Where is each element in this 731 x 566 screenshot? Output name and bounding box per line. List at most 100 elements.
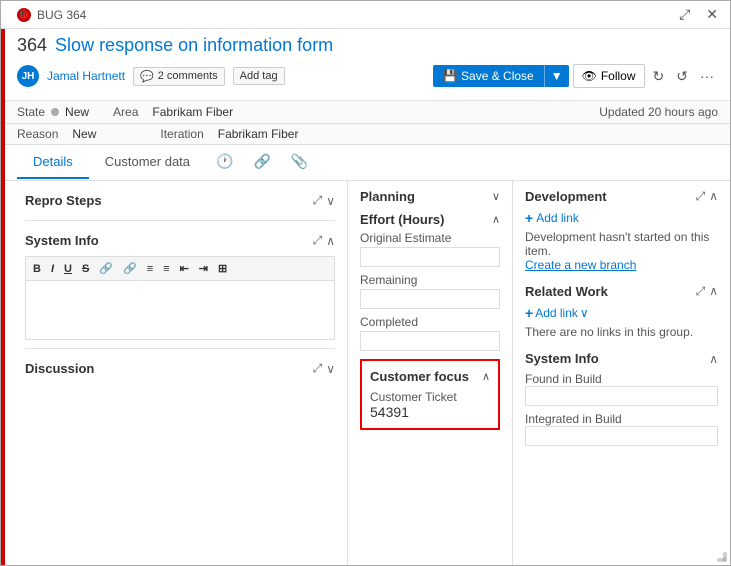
system-info-collapse-icon[interactable]: ∧ <box>326 234 335 248</box>
development-collapse-icon[interactable]: ∧ <box>709 189 718 204</box>
add-tag-button[interactable]: Add tag <box>233 67 285 85</box>
discussion-expand-icon[interactable]: ⤢ <box>313 361 323 376</box>
strikethrough-button[interactable]: S <box>79 262 92 276</box>
plus-icon: + <box>525 210 533 226</box>
refresh-button[interactable]: ↻ <box>649 66 669 87</box>
reason-field: Reason New <box>17 127 96 141</box>
iteration-field: Iteration Fabrikam Fiber <box>160 127 298 141</box>
tab-customer-data[interactable]: Customer data <box>89 146 206 179</box>
comments-button[interactable]: 💬 2 comments <box>133 67 225 86</box>
comments-icon: 💬 <box>140 70 154 83</box>
more-options-button[interactable]: ··· <box>696 66 718 86</box>
close-button[interactable]: ✕ <box>702 4 722 25</box>
undo-button[interactable]: ↺ <box>672 66 692 87</box>
work-item-toolbar: JH Jamal Hartnett 💬 2 comments Add tag 💾… <box>17 64 718 88</box>
save-icon: 💾 <box>443 69 458 83</box>
discussion-title: Discussion <box>25 361 94 376</box>
tab-links-icon[interactable]: 🔗 <box>243 145 280 180</box>
development-section: Development ⤢ ∧ + Add link Development h… <box>525 189 718 272</box>
original-estimate-label: Original Estimate <box>360 231 500 245</box>
ol-button[interactable]: ≡ <box>160 262 172 276</box>
found-in-build-input[interactable] <box>525 386 718 406</box>
discussion-divider <box>25 348 335 349</box>
title-bar: 🐞 BUG 364 ⤢ ✕ <box>1 1 730 29</box>
development-title: Development <box>525 189 607 204</box>
work-item-type-indicator <box>1 29 5 566</box>
state-label: State <box>17 105 45 119</box>
customer-focus-collapse-icon[interactable]: ∧ <box>482 370 490 383</box>
tab-bar: Details Customer data 🕐 🔗 📎 <box>1 145 730 181</box>
system-info-collapse-icon[interactable]: ∧ <box>709 352 718 366</box>
related-work-empty-text: There are no links in this group. <box>525 325 718 339</box>
related-dropdown-icon: ∨ <box>580 306 589 320</box>
save-close-dropdown[interactable]: ▼ <box>544 65 569 87</box>
effort-title: Effort (Hours) <box>360 212 445 227</box>
completed-input[interactable] <box>360 331 500 351</box>
development-expand-icon[interactable]: ⤢ <box>696 189 706 204</box>
system-info-right-section: System Info ∧ Found in Build Integrated … <box>525 351 718 446</box>
image-button[interactable]: ⊞ <box>215 261 230 276</box>
state-value[interactable]: New <box>65 105 89 119</box>
customer-focus-title: Customer focus <box>370 369 469 384</box>
discussion-section-header: Discussion ⤢ ∨ <box>25 357 335 380</box>
state-dot <box>51 108 59 116</box>
customer-focus-header: Customer focus ∧ <box>370 369 490 384</box>
link-button[interactable]: 🔗 <box>96 261 116 276</box>
development-add-link-button[interactable]: + Add link <box>525 210 579 226</box>
right-content-panel: Development ⤢ ∧ + Add link Development h… <box>513 181 730 566</box>
remaining-field: Remaining <box>360 273 500 309</box>
found-in-build-label: Found in Build <box>525 372 718 386</box>
resize-handle[interactable] <box>716 551 728 563</box>
repro-steps-collapse-icon[interactable]: ∨ <box>326 194 335 208</box>
tab-details[interactable]: Details <box>17 146 89 179</box>
create-branch-link[interactable]: Create a new branch <box>525 258 636 272</box>
italic-button[interactable]: I <box>48 262 57 276</box>
integrated-in-build-field: Integrated in Build <box>525 412 718 446</box>
underline-button[interactable]: U <box>61 262 75 276</box>
iteration-value[interactable]: Fabrikam Fiber <box>218 127 299 141</box>
system-info-title: System Info <box>25 233 99 248</box>
planning-chevron[interactable]: ∨ <box>492 190 500 203</box>
comments-count: 2 comments <box>158 70 218 82</box>
indent-button[interactable]: ⇤ <box>177 261 192 276</box>
bold-button[interactable]: B <box>30 262 44 276</box>
ul-button[interactable]: ≡ <box>144 262 156 276</box>
repro-steps-section-header: Repro Steps ⤢ ∨ <box>25 189 335 212</box>
effort-section-header: Effort (Hours) ∧ <box>360 212 500 227</box>
unlink-button[interactable]: 🔗 <box>120 261 140 276</box>
system-info-editor[interactable] <box>25 280 335 340</box>
avatar: JH <box>17 65 39 87</box>
related-work-add-link-button[interactable]: + Add link ∨ <box>525 305 589 321</box>
system-info-right-title: System Info <box>525 351 599 366</box>
related-work-expand-icon[interactable]: ⤢ <box>696 284 706 299</box>
customer-ticket-label: Customer Ticket <box>370 390 490 404</box>
integrated-in-build-label: Integrated in Build <box>525 412 718 426</box>
customer-focus-section: Customer focus ∧ Customer Ticket 54391 <box>360 359 500 430</box>
work-item-title[interactable]: Slow response on information form <box>55 35 333 56</box>
integrated-in-build-input[interactable] <box>525 426 718 446</box>
tab-history-icon[interactable]: 🕐 <box>206 145 243 180</box>
updated-timestamp: Updated 20 hours ago <box>599 105 718 119</box>
area-value[interactable]: Fabrikam Fiber <box>152 105 233 119</box>
repro-steps-expand-icon[interactable]: ⤢ <box>313 193 323 208</box>
related-work-collapse-icon[interactable]: ∧ <box>709 284 718 299</box>
customer-ticket-value[interactable]: 54391 <box>370 404 490 420</box>
save-close-label: 💾 Save & Close <box>433 65 544 87</box>
original-estimate-input[interactable] <box>360 247 500 267</box>
planning-section-header: Planning ∨ <box>360 189 500 204</box>
reason-value[interactable]: New <box>72 127 96 141</box>
outdent-button[interactable]: ⇥ <box>196 261 211 276</box>
save-close-button[interactable]: 💾 Save & Close ▼ <box>433 65 569 87</box>
middle-content-panel: Planning ∨ Effort (Hours) ∧ Original Est… <box>348 181 513 566</box>
planning-title: Planning <box>360 189 415 204</box>
tab-attachments-icon[interactable]: 📎 <box>281 145 318 180</box>
system-info-expand-icon[interactable]: ⤢ <box>313 233 323 248</box>
discussion-chevron-icon[interactable]: ∨ <box>326 362 335 376</box>
title-bar-text: BUG 364 <box>37 8 86 22</box>
remaining-input[interactable] <box>360 289 500 309</box>
assigned-to-user[interactable]: Jamal Hartnett <box>47 69 125 83</box>
system-info-right-header: System Info ∧ <box>525 351 718 366</box>
effort-collapse-icon[interactable]: ∧ <box>492 213 500 226</box>
expand-button[interactable]: ⤢ <box>675 4 694 25</box>
follow-button[interactable]: 👁 Follow <box>573 64 645 88</box>
